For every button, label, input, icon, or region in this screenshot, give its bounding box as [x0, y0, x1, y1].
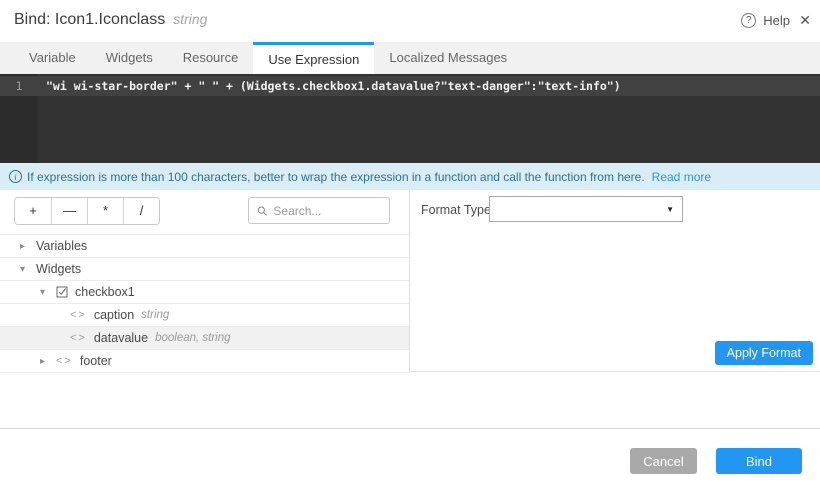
chevron-right-icon[interactable]: ▸	[40, 356, 56, 367]
tree-item-label: Widgets	[36, 262, 81, 276]
close-icon[interactable]: ✕	[799, 12, 811, 29]
chevron-down-icon[interactable]: ▾	[40, 287, 56, 298]
expression-code[interactable]: "wi wi-star-border" + " " + (Widgets.che…	[38, 76, 621, 96]
tree-item-type: boolean, string	[155, 332, 230, 344]
chevron-down-icon: ▼	[666, 205, 674, 214]
operator-group: + — * /	[14, 197, 160, 225]
dialog-title: Bind: Icon1.Iconclass	[14, 11, 165, 28]
checkbox-widget-icon	[56, 286, 68, 298]
tree-item-label: checkbox1	[75, 285, 135, 299]
read-more-link[interactable]: Read more	[652, 170, 711, 184]
main-area: + — * / ▸ Variables ▾ Widgets ▾ che	[0, 190, 820, 372]
search-input[interactable]	[273, 204, 381, 218]
search-icon	[257, 205, 267, 217]
tree-item-checkbox1[interactable]: ▾ checkbox1	[0, 281, 409, 304]
search-box[interactable]	[248, 197, 390, 224]
tree-item-label: footer	[80, 354, 112, 368]
operator-divide-button[interactable]: /	[123, 198, 159, 224]
cancel-button[interactable]: Cancel	[630, 448, 697, 474]
line-number: 1	[0, 76, 38, 96]
operator-multiply-button[interactable]: *	[87, 198, 123, 224]
hint-message: If expression is more than 100 character…	[27, 170, 645, 184]
dialog-header: Bind: Icon1.Iconclass string ? Help ✕	[0, 0, 820, 42]
expression-hint-banner: i If expression is more than 100 charact…	[0, 163, 820, 190]
bind-button[interactable]: Bind	[716, 448, 802, 474]
help-button[interactable]: ? Help	[741, 13, 790, 28]
format-type-label: Format Type	[421, 203, 491, 217]
tree-item-variables[interactable]: ▸ Variables	[0, 235, 409, 258]
tree-item-type: string	[141, 309, 169, 321]
chevron-down-icon[interactable]: ▾	[20, 264, 36, 275]
dialog-footer: Cancel Bind	[0, 428, 820, 489]
tree-item-label: Variables	[36, 239, 87, 253]
info-icon: i	[9, 170, 22, 183]
tree-item-footer[interactable]: ▸ <> footer	[0, 350, 409, 373]
help-icon: ?	[741, 13, 756, 28]
property-type-hint: string	[173, 11, 207, 27]
page-title: Bind: Icon1.Iconclass string	[14, 11, 207, 29]
code-property-icon: <>	[56, 355, 73, 367]
tab-widgets[interactable]: Widgets	[91, 42, 168, 74]
format-type-dropdown[interactable]: ▼	[489, 196, 683, 222]
operator-minus-button[interactable]: —	[51, 198, 87, 224]
chevron-right-icon[interactable]: ▸	[20, 241, 36, 252]
tab-variable[interactable]: Variable	[14, 42, 91, 74]
operator-plus-button[interactable]: +	[15, 198, 51, 224]
tab-localized-messages[interactable]: Localized Messages	[374, 42, 522, 74]
tab-use-expression[interactable]: Use Expression	[253, 42, 374, 74]
expression-builder-panel: + — * / ▸ Variables ▾ Widgets ▾ che	[0, 190, 410, 371]
editor-active-line[interactable]: 1 "wi wi-star-border" + " " + (Widgets.c…	[0, 76, 820, 96]
expression-code-editor[interactable]: 1 "wi wi-star-border" + " " + (Widgets.c…	[0, 74, 820, 163]
tree-item-caption[interactable]: <> caption string	[0, 304, 409, 327]
bind-tabs: Variable Widgets Resource Use Expression…	[0, 42, 820, 74]
code-property-icon: <>	[70, 309, 87, 321]
apply-format-button[interactable]: Apply Format	[715, 341, 813, 365]
bind-source-tree: ▸ Variables ▾ Widgets ▾ checkbox1 <> cap…	[0, 234, 409, 373]
format-panel: Format Type ▼ Apply Format	[410, 190, 820, 371]
code-property-icon: <>	[70, 332, 87, 344]
tab-resource[interactable]: Resource	[168, 42, 254, 74]
tree-item-label: datavalue	[94, 331, 148, 345]
help-label: Help	[763, 13, 790, 28]
tree-item-datavalue[interactable]: <> datavalue boolean, string	[0, 327, 409, 350]
tree-item-widgets[interactable]: ▾ Widgets	[0, 258, 409, 281]
tree-item-label: caption	[94, 308, 134, 322]
